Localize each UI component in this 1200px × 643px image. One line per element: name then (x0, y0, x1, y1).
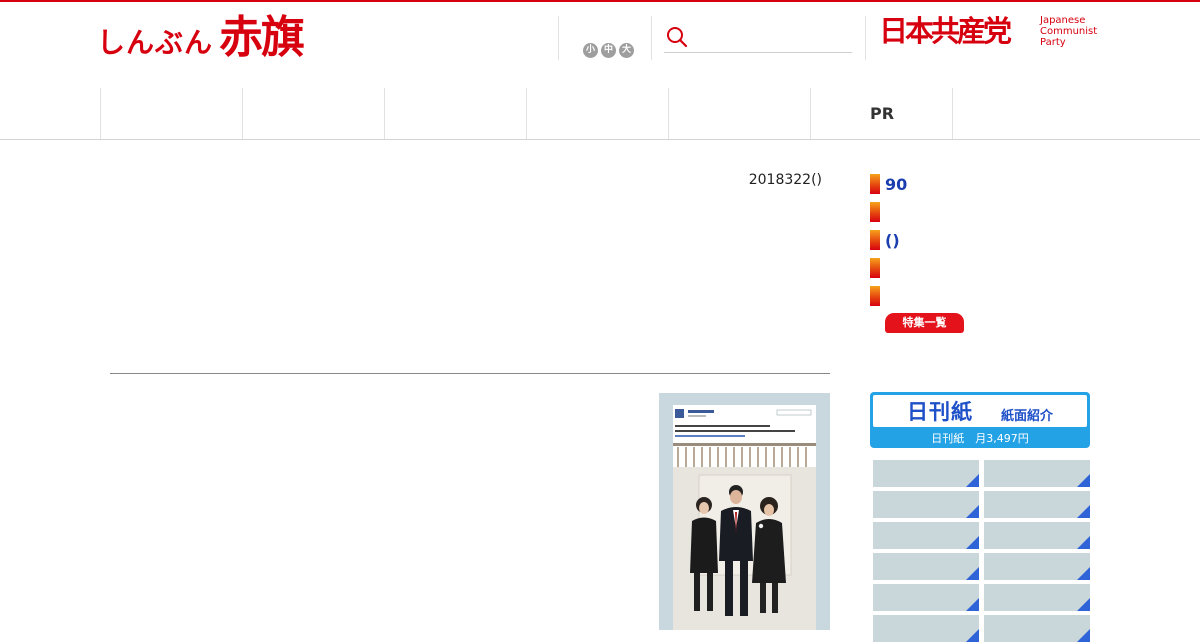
jcp-logo-english: Japanese Communist Party (1040, 15, 1097, 48)
article-photo-image (659, 393, 830, 630)
corner-arrow-icon (966, 505, 979, 518)
feature-label: () (885, 230, 900, 250)
nav-item-2[interactable] (242, 88, 385, 139)
jcp-logo[interactable]: 日本共産党 (879, 12, 1012, 50)
feature-bullet (870, 174, 880, 194)
nav-item-7[interactable] (952, 88, 953, 139)
nav-item-1[interactable] (100, 88, 243, 139)
side-link-tile[interactable] (984, 491, 1090, 519)
jcp-en-line: Japanese (1040, 15, 1086, 26)
jcp-en-line: Party (1040, 37, 1066, 48)
article-date: 2018322() (748, 172, 822, 188)
search-box (664, 22, 852, 53)
feature-item[interactable] (870, 254, 1110, 282)
nav-item-3[interactable] (384, 88, 527, 139)
header-divider (865, 16, 866, 60)
corner-arrow-icon (1077, 598, 1090, 611)
feature-list-all-button[interactable]: 特集一覧 (885, 313, 964, 333)
side-link-tile[interactable] (984, 584, 1090, 612)
side-link-tile[interactable] (873, 553, 979, 581)
logo-kanji: 赤旗 (219, 12, 305, 63)
site-logo[interactable]: しんぶん 赤旗 (97, 10, 305, 66)
banner-panel: 日刊紙 紙面紹介 (873, 395, 1087, 427)
search-icon[interactable] (666, 26, 688, 48)
feature-bullet (870, 286, 880, 306)
feature-label: 90 (885, 174, 908, 194)
nav-item-5[interactable] (668, 88, 811, 139)
corner-arrow-icon (966, 598, 979, 611)
corner-arrow-icon (1077, 629, 1090, 642)
feature-item[interactable]: 90 (870, 170, 1110, 198)
feature-item[interactable] (870, 198, 1110, 226)
side-link-tile[interactable] (873, 522, 979, 550)
side-link-tile[interactable] (873, 491, 979, 519)
font-size-small-button[interactable]: 小 (583, 43, 598, 58)
header-divider (558, 16, 559, 60)
corner-arrow-icon (1077, 536, 1090, 549)
corner-arrow-icon (1077, 567, 1090, 580)
side-link-tile[interactable] (873, 615, 979, 643)
article-divider (110, 373, 830, 374)
nav-item-pr[interactable]: PR (810, 88, 953, 139)
font-size-switcher: 小 中 大 (583, 43, 634, 58)
logo-kana: しんぶん (97, 26, 214, 59)
side-link-tile[interactable] (873, 460, 979, 488)
jcp-en-line: Communist (1040, 26, 1098, 37)
banner-title: 日刊紙 (907, 400, 973, 424)
font-size-medium-button[interactable]: 中 (601, 43, 616, 58)
font-size-large-button[interactable]: 大 (619, 43, 634, 58)
corner-arrow-icon (966, 536, 979, 549)
side-link-tile[interactable] (984, 615, 1090, 643)
corner-arrow-icon (966, 629, 979, 642)
corner-arrow-icon (1077, 474, 1090, 487)
banner-price: 日刊紙 月3,497円 (931, 432, 1029, 445)
search-input[interactable] (696, 24, 850, 50)
side-link-tile[interactable] (984, 553, 1090, 581)
header-divider (651, 16, 652, 60)
daily-paper-banner[interactable]: 日刊紙 紙面紹介 日刊紙 月3,497円 (870, 392, 1090, 448)
side-link-tile[interactable] (984, 460, 1090, 488)
banner-subtitle: 紙面紹介 (1001, 409, 1054, 424)
article-photo[interactable] (659, 393, 830, 630)
corner-arrow-icon (1077, 505, 1090, 518)
nav-item-4[interactable] (526, 88, 669, 139)
side-link-tile[interactable] (984, 522, 1090, 550)
corner-arrow-icon (966, 567, 979, 580)
main-nav: PR (0, 88, 1200, 140)
feature-list: 90 () (870, 170, 1110, 310)
side-link-tile[interactable] (873, 584, 979, 612)
feature-bullet (870, 230, 880, 250)
corner-arrow-icon (966, 474, 979, 487)
side-link-grid (873, 460, 1090, 643)
feature-item[interactable]: () (870, 226, 1110, 254)
feature-bullet (870, 258, 880, 278)
feature-bullet (870, 202, 880, 222)
top-accent-rule (0, 0, 1200, 2)
feature-item[interactable] (870, 282, 1110, 310)
